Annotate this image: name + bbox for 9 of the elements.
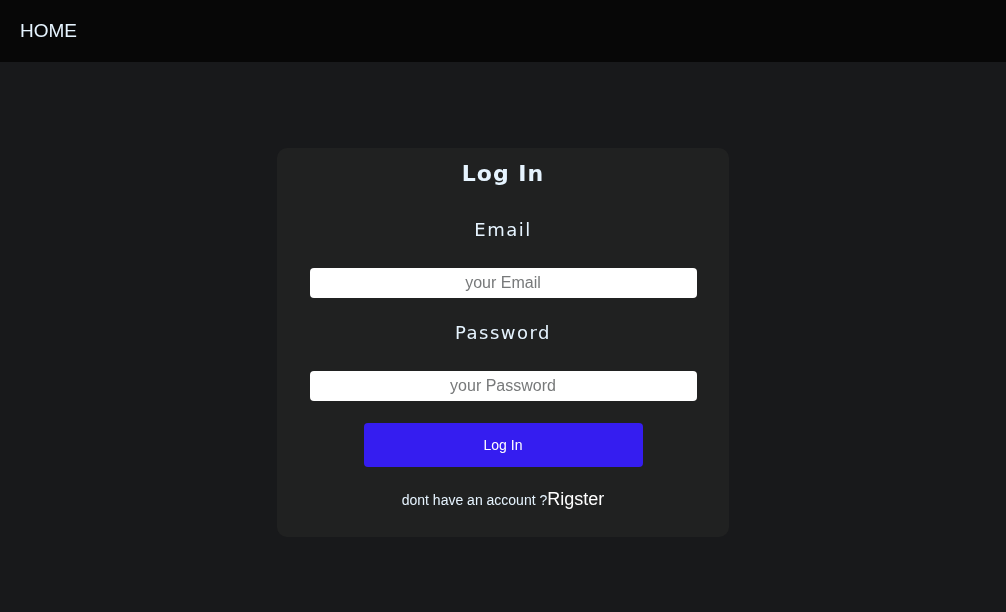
login-title: Log In xyxy=(461,163,545,185)
input-field[interactable]: your Email xyxy=(309,268,697,298)
field-label: Email xyxy=(474,221,532,239)
register-link[interactable]: Rigster xyxy=(547,489,605,509)
home-link[interactable]: HOME xyxy=(20,20,77,42)
input-field[interactable]: your Password xyxy=(309,371,697,401)
field-label: Password xyxy=(454,324,552,342)
register-prompt: dont have an account ?Rigster xyxy=(401,489,605,510)
login-button[interactable]: Log In xyxy=(363,423,643,467)
